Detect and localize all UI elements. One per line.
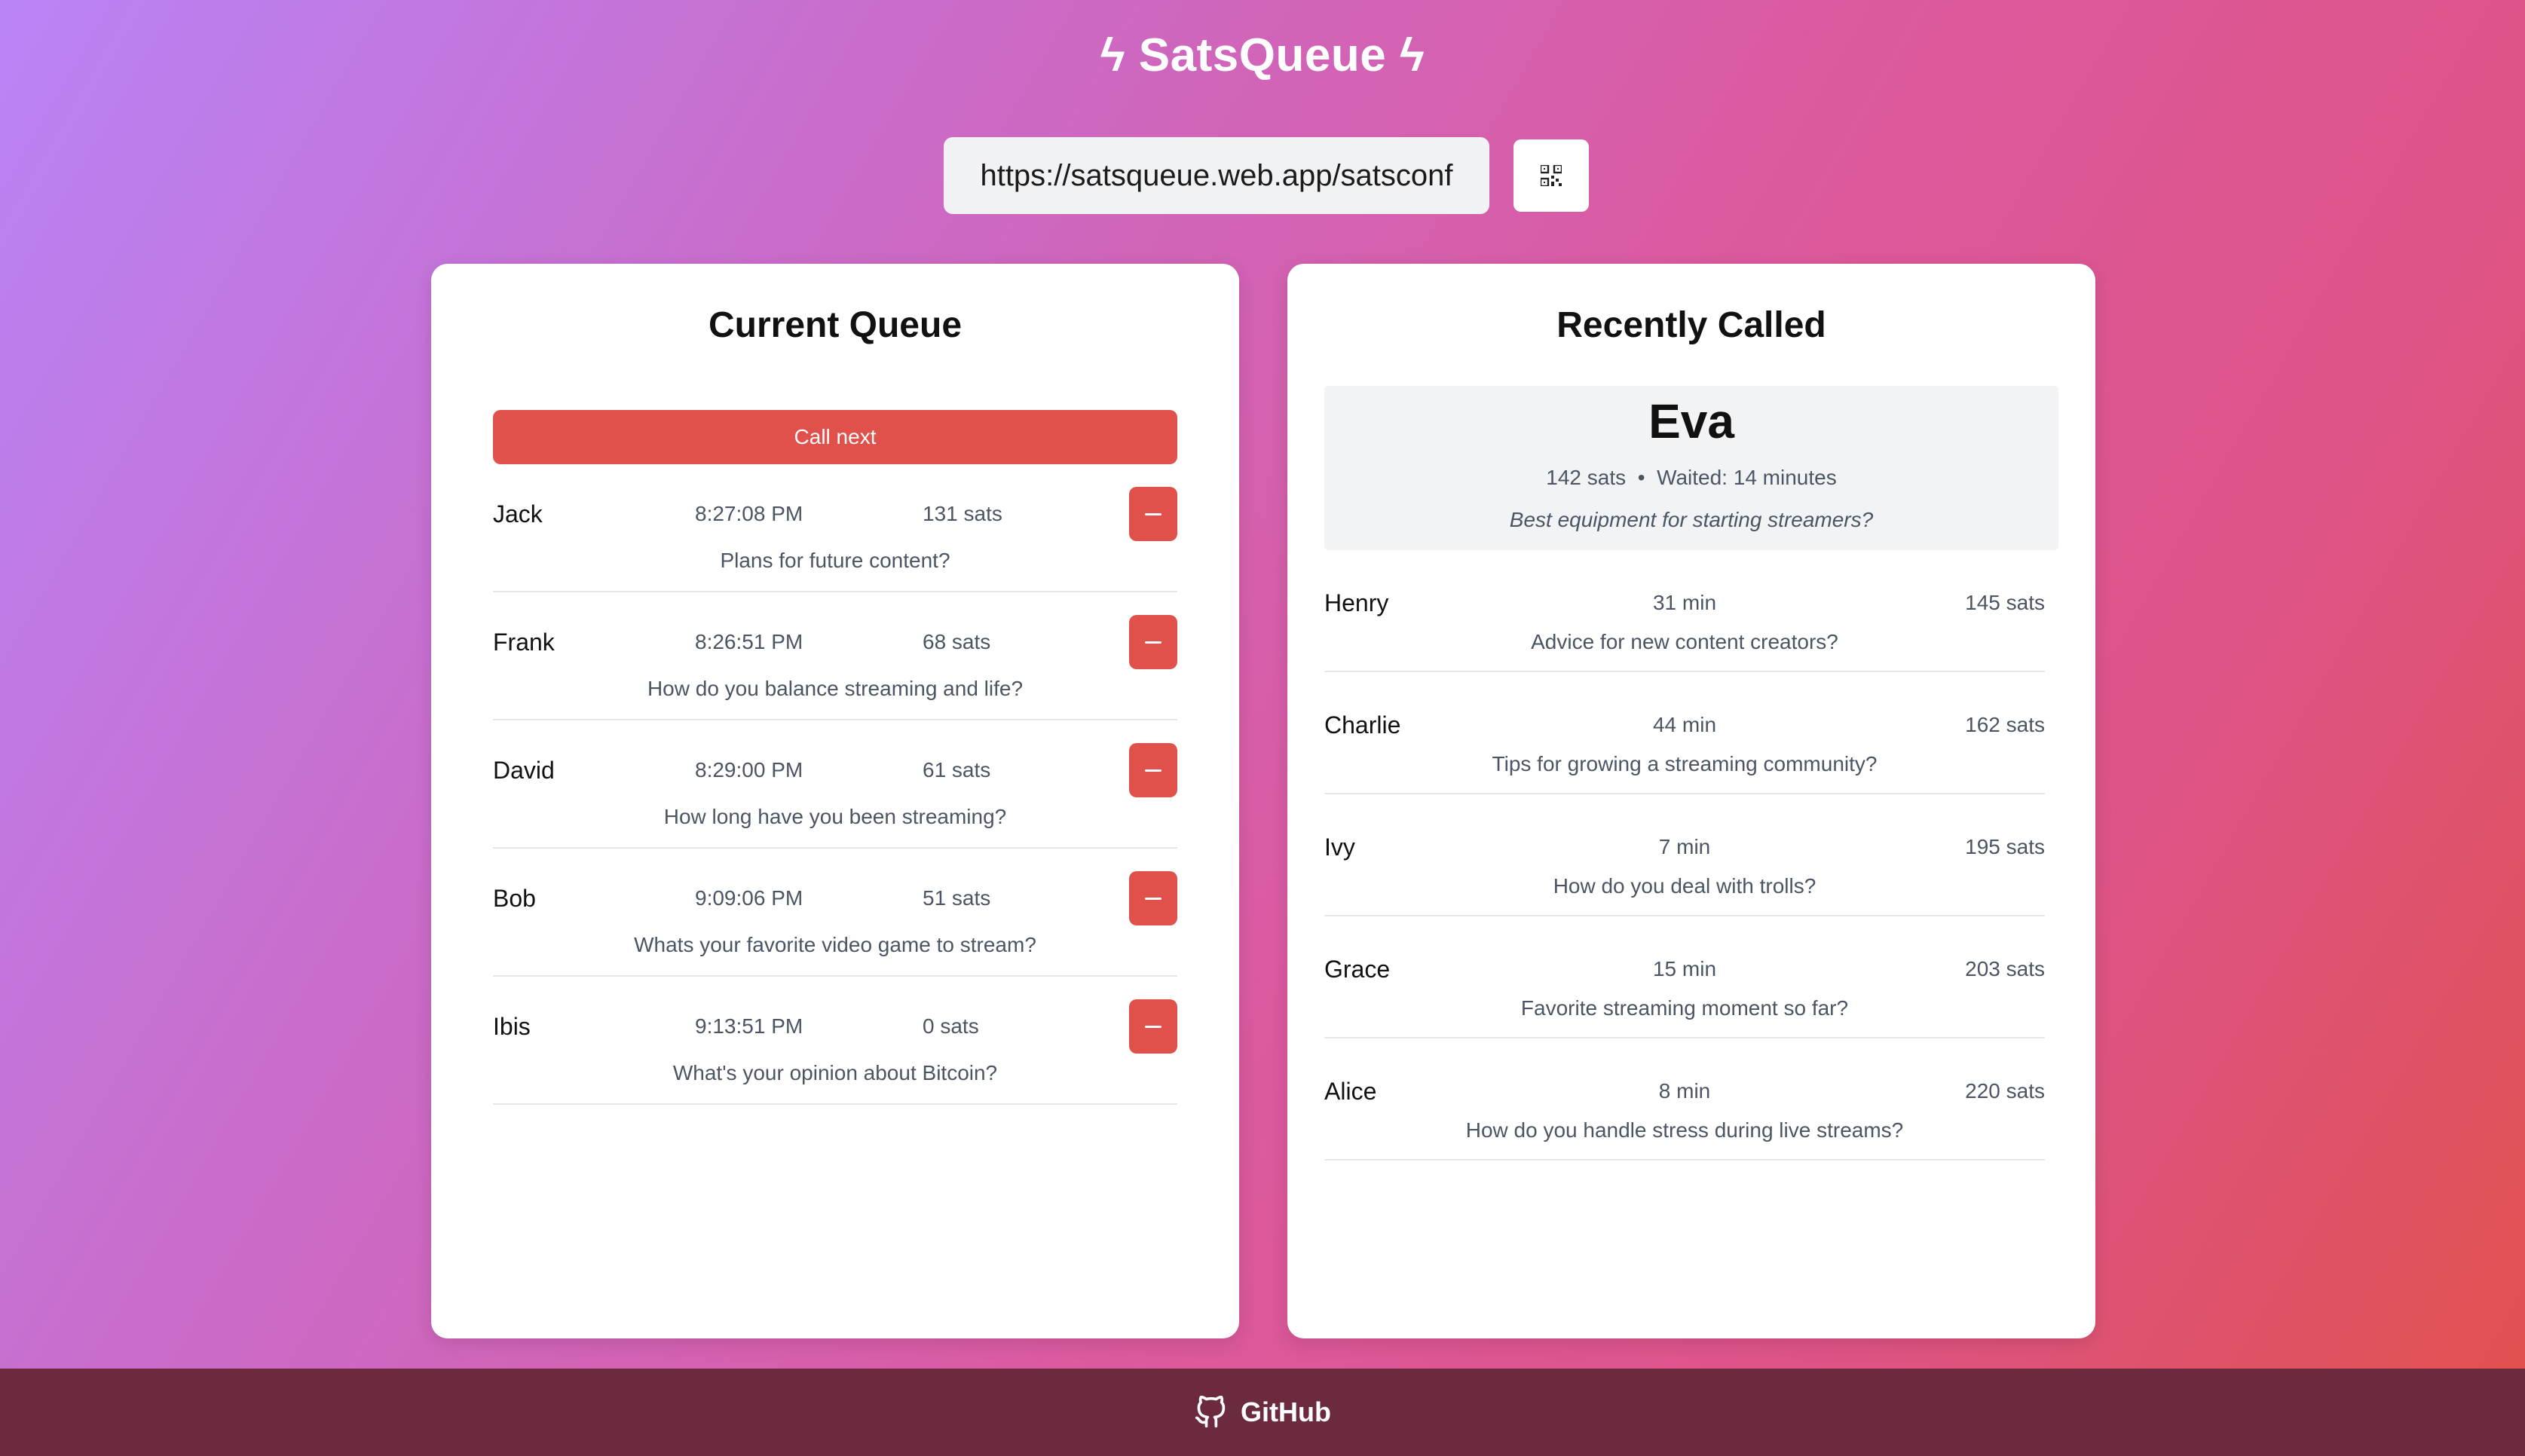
called-item-question: Advice for new content creators? bbox=[1531, 630, 1838, 653]
remove-button[interactable] bbox=[1129, 487, 1177, 541]
queue-item: Frank 8:26:51 PM 68 sats How do you bala… bbox=[493, 592, 1177, 720]
recently-called-title: Recently Called bbox=[1556, 305, 1826, 345]
queue-item-question: How long have you been streaming? bbox=[663, 805, 1007, 828]
queue-item-sats: 61 sats bbox=[923, 758, 991, 782]
queue-item-time: 9:13:51 PM bbox=[695, 1014, 803, 1038]
called-item-sats: 220 sats bbox=[1965, 1079, 2045, 1103]
queue-item-sats: 68 sats bbox=[923, 630, 991, 653]
called-list: Henry 31 min 145 sats Advice for new con… bbox=[1324, 550, 2045, 1161]
queue-item-time: 9:09:06 PM bbox=[695, 886, 803, 910]
remove-button[interactable] bbox=[1129, 615, 1177, 669]
footer: GitHub bbox=[0, 1369, 2525, 1456]
called-item-sats: 145 sats bbox=[1965, 591, 2045, 614]
queue-item-name: Ibis bbox=[493, 1013, 531, 1040]
meta-separator: • bbox=[1637, 466, 1645, 489]
queue-item-sats: 0 sats bbox=[923, 1014, 979, 1038]
current-caller-card: Eva 142 sats • Waited: 14 minutes Best e… bbox=[1324, 386, 2058, 550]
queue-item-sats: 131 sats bbox=[923, 502, 1002, 525]
current-queue-panel: Current Queue Call next Jack 8:27:08 PM … bbox=[431, 264, 1239, 1338]
called-item-sats: 162 sats bbox=[1965, 713, 2045, 736]
qr-code-icon bbox=[1541, 165, 1562, 186]
called-item-wait: 7 min bbox=[1658, 835, 1711, 858]
queue-item: Bob 9:09:06 PM 51 sats Whats your favori… bbox=[493, 849, 1177, 977]
queue-item-question: Plans for future content? bbox=[720, 549, 950, 572]
queue-item-time: 8:27:08 PM bbox=[695, 502, 803, 525]
current-caller-name: Eva bbox=[1648, 394, 1734, 448]
github-icon[interactable] bbox=[1194, 1396, 1227, 1429]
current-queue-title: Current Queue bbox=[708, 305, 963, 345]
minus-icon bbox=[1145, 641, 1162, 644]
called-item: Alice 8 min 220 sats How do you handle s… bbox=[1324, 1038, 2045, 1161]
queue-item: Ibis 9:13:51 PM 0 sats What's your opini… bbox=[493, 977, 1177, 1105]
queue-item-question: Whats your favorite video game to stream… bbox=[634, 933, 1036, 956]
queue-list: Jack 8:27:08 PM 131 sats Plans for futur… bbox=[493, 464, 1177, 1105]
called-item-question: Favorite streaming moment so far? bbox=[1520, 996, 1849, 1020]
current-caller-meta: 142 sats • Waited: 14 minutes bbox=[1324, 466, 2058, 490]
queue-item-name: Frank bbox=[493, 629, 555, 656]
called-item: Charlie 44 min 162 sats Tips for growing… bbox=[1324, 672, 2045, 794]
url-row: https://satsqueue.web.app/satsconf bbox=[0, 137, 2525, 214]
current-caller-waited: Waited: 14 minutes bbox=[1657, 466, 1837, 489]
called-item-sats: 203 sats bbox=[1965, 957, 2045, 980]
queue-item-name: Bob bbox=[493, 885, 536, 912]
queue-item-question: What's your opinion about Bitcoin? bbox=[672, 1061, 998, 1084]
called-item-question: Tips for growing a streaming community? bbox=[1492, 752, 1878, 775]
called-item: Henry 31 min 145 sats Advice for new con… bbox=[1324, 550, 2045, 672]
app-title: ϟ SatsQueue ϟ bbox=[1100, 29, 1425, 81]
minus-icon bbox=[1145, 1025, 1162, 1028]
queue-item-name: Jack bbox=[493, 500, 543, 528]
recently-called-panel: Recently Called Eva 142 sats • Waited: 1… bbox=[1287, 264, 2095, 1338]
queue-item: Jack 8:27:08 PM 131 sats Plans for futur… bbox=[493, 464, 1177, 592]
queue-item-time: 8:29:00 PM bbox=[695, 758, 803, 782]
current-caller-question: Best equipment for starting streamers? bbox=[1509, 508, 1874, 531]
minus-icon bbox=[1145, 897, 1162, 900]
queue-item-time: 8:26:51 PM bbox=[695, 630, 803, 653]
queue-url-field[interactable]: https://satsqueue.web.app/satsconf bbox=[944, 137, 1489, 214]
called-item: Grace 15 min 203 sats Favorite streaming… bbox=[1324, 916, 2045, 1038]
queue-item-name: David bbox=[493, 757, 555, 784]
queue-item: David 8:29:00 PM 61 sats How long have y… bbox=[493, 720, 1177, 849]
call-next-button[interactable]: Call next bbox=[493, 410, 1177, 464]
remove-button[interactable] bbox=[1129, 871, 1177, 925]
queue-item-sats: 51 sats bbox=[923, 886, 991, 910]
called-item-wait: 31 min bbox=[1652, 591, 1717, 614]
remove-button[interactable] bbox=[1129, 999, 1177, 1054]
called-item-wait: 8 min bbox=[1658, 1079, 1711, 1103]
qr-code-button[interactable] bbox=[1513, 139, 1589, 212]
queue-item-question: How do you balance streaming and life? bbox=[647, 677, 1024, 700]
called-item-question: How do you handle stress during live str… bbox=[1465, 1118, 1904, 1142]
called-item-sats: 195 sats bbox=[1965, 835, 2045, 858]
called-item: Ivy 7 min 195 sats How do you deal with … bbox=[1324, 794, 2045, 916]
github-link[interactable]: GitHub bbox=[1241, 1396, 1331, 1428]
remove-button[interactable] bbox=[1129, 743, 1177, 797]
called-item-wait: 15 min bbox=[1652, 957, 1717, 980]
called-item-wait: 44 min bbox=[1652, 713, 1717, 736]
minus-icon bbox=[1145, 769, 1162, 772]
current-caller-sats: 142 sats bbox=[1546, 466, 1627, 489]
minus-icon bbox=[1145, 512, 1162, 515]
called-item-question: How do you deal with trolls? bbox=[1553, 874, 1816, 898]
